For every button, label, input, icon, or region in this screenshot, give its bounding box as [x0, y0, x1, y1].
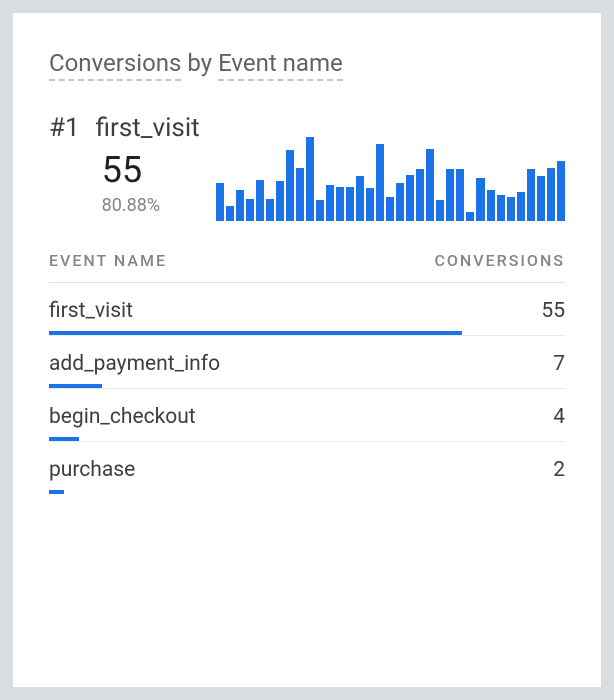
row-value: 7 [553, 352, 565, 376]
sparkline-bar [226, 206, 234, 221]
row-bar-track [49, 384, 565, 388]
sparkline-chart [216, 135, 565, 221]
table-row[interactable]: add_payment_info 7 [49, 336, 565, 389]
hero-section: #1 first_visit 55 80.88% [49, 113, 565, 221]
row-bar-fill [49, 437, 79, 441]
sparkline-bar [537, 176, 545, 221]
row-event-name: first_visit [49, 299, 133, 323]
sparkline-bar [266, 199, 274, 221]
row-bar-fill [49, 490, 64, 494]
sparkline-bar [446, 169, 454, 221]
sparkline-bar [356, 176, 364, 221]
sparkline-bar [346, 187, 354, 221]
sparkline-bar [376, 144, 384, 221]
hero-value: 55 [102, 151, 200, 191]
sparkline-bar [507, 197, 515, 221]
row-bar-track [49, 437, 565, 441]
card-title: Conversions by Event name [49, 49, 565, 77]
sparkline-bar [487, 190, 495, 221]
analytics-card: Conversions by Event name #1 first_visit… [12, 12, 602, 688]
sparkline-bar [497, 195, 505, 221]
sparkline-bar [406, 175, 414, 221]
sparkline-bar [296, 168, 304, 221]
sparkline-bar [306, 137, 314, 221]
sparkline-bar [286, 150, 294, 221]
table-row[interactable]: begin_checkout 4 [49, 389, 565, 442]
row-event-name: purchase [49, 458, 135, 482]
sparkline-bar [527, 169, 535, 221]
row-value: 2 [553, 458, 565, 482]
table-row[interactable]: purchase 2 [49, 442, 565, 494]
sparkline-bar [336, 187, 344, 221]
col-event-name: EVENT NAME [49, 251, 167, 270]
sparkline-bar [416, 169, 424, 221]
sparkline-bar [216, 183, 224, 221]
sparkline-bar [366, 188, 374, 221]
sparkline-bar [236, 190, 244, 221]
title-metric[interactable]: Conversions [49, 49, 181, 81]
hero-stats: first_visit 55 80.88% [96, 113, 200, 216]
hero-event-name: first_visit [96, 113, 200, 143]
row-value: 4 [553, 405, 565, 429]
sparkline-bar [426, 149, 434, 221]
sparkline-bar [386, 197, 394, 221]
row-value: 55 [541, 299, 565, 323]
sparkline-bar [316, 200, 324, 221]
row-bar-fill [49, 384, 102, 388]
table-header: EVENT NAME CONVERSIONS [49, 251, 565, 283]
title-joiner: by [181, 49, 218, 77]
sparkline-bar [246, 199, 254, 221]
hero-rank: #1 [49, 113, 80, 143]
row-bar-track [49, 331, 565, 335]
col-conversions: CONVERSIONS [434, 251, 565, 270]
sparkline-bar [476, 178, 484, 221]
sparkline-bar [517, 192, 525, 221]
row-bar-fill [49, 331, 462, 335]
table-body: first_visit 55 add_payment_info 7 begin_chec… [49, 283, 565, 494]
sparkline-bar [456, 169, 464, 221]
hero-percent: 80.88% [102, 195, 200, 216]
sparkline-bar [256, 180, 264, 221]
sparkline-bar [466, 212, 474, 221]
sparkline-bar [276, 181, 284, 221]
sparkline-bar [436, 200, 444, 221]
sparkline-bar [396, 183, 404, 221]
row-event-name: begin_checkout [49, 405, 196, 429]
table-row[interactable]: first_visit 55 [49, 283, 565, 336]
row-bar-track [49, 490, 565, 494]
sparkline-bar [557, 161, 565, 221]
row-event-name: add_payment_info [49, 352, 220, 376]
title-dimension[interactable]: Event name [218, 49, 343, 81]
sparkline-bar [547, 168, 555, 221]
sparkline-bar [326, 185, 334, 221]
